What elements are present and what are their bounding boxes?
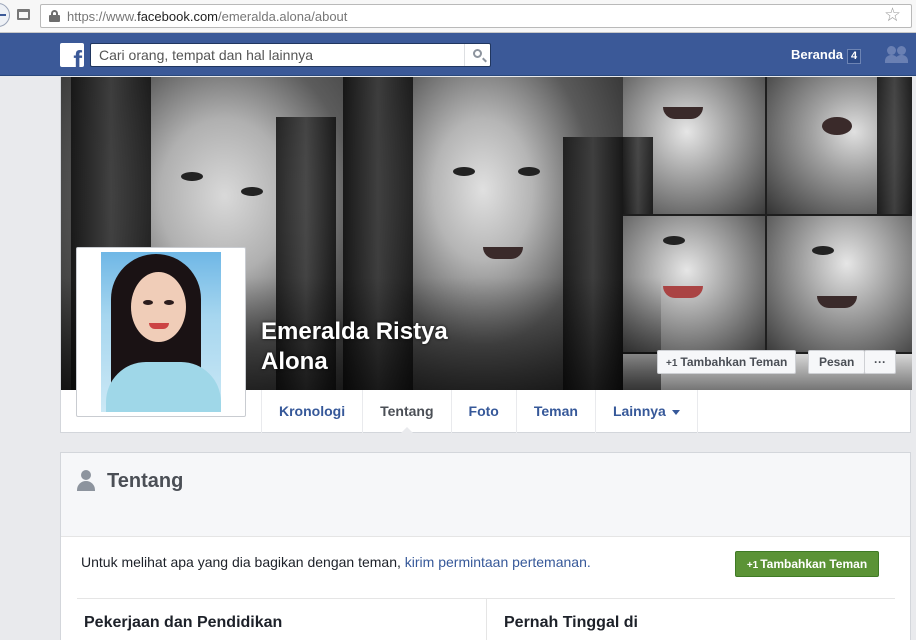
bookmark-star-icon[interactable]: ☆ xyxy=(884,6,901,26)
facebook-top-bar: f Beranda4 xyxy=(0,33,916,76)
more-options-button[interactable]: ··· xyxy=(864,350,896,374)
profile-tabs: Kronologi Tentang Foto Teman Lainnya xyxy=(261,390,698,434)
profile-header-card: Emeralda Ristya Alona +1 Tambahkan Teman … xyxy=(60,77,912,434)
facebook-logo-icon[interactable]: f xyxy=(60,43,84,67)
section-title: Tentang xyxy=(107,470,184,492)
home-link[interactable]: Beranda 4 xyxy=(791,47,862,64)
about-section: Tentang Untuk melihat apa yang dia bagik… xyxy=(60,452,911,640)
url-text: https://www.facebook.com/emeralda.alona/… xyxy=(67,9,348,24)
url-field[interactable]: https://www.facebook.com/emeralda.alona/… xyxy=(40,4,912,28)
send-friend-request-link[interactable]: kirim permintaan pertemanan. xyxy=(405,554,591,570)
tab-friends[interactable]: Teman xyxy=(517,390,596,433)
search-icon xyxy=(473,49,482,58)
lock-icon xyxy=(49,10,60,22)
tab-timeline[interactable]: Kronologi xyxy=(262,390,364,433)
add-friend-button-green[interactable]: +1 Tambahkan Teman xyxy=(735,551,879,577)
profile-name[interactable]: Emeralda Ristya Alona xyxy=(261,317,521,377)
tab-more[interactable]: Lainnya xyxy=(596,390,698,433)
message-button[interactable]: Pesan xyxy=(808,350,866,374)
search-box xyxy=(90,43,491,67)
profile-picture[interactable] xyxy=(76,247,246,417)
chevron-down-icon xyxy=(671,409,680,415)
friend-request-notice: Untuk melihat apa yang dia bagikan denga… xyxy=(81,554,591,570)
add-friend-button[interactable]: +1 Tambahkan Teman xyxy=(657,350,797,374)
tab-about[interactable]: Tentang xyxy=(363,390,452,434)
person-icon xyxy=(77,470,95,492)
places-lived-heading: Pernah Tinggal di xyxy=(504,614,638,631)
browser-address-bar: https://www.facebook.com/emeralda.alona/… xyxy=(0,0,916,33)
add-friend-icon: +1 xyxy=(666,358,678,369)
home-label: Beranda xyxy=(791,47,844,62)
apps-icon[interactable] xyxy=(17,9,30,20)
tab-photos[interactable]: Foto xyxy=(452,390,517,433)
divider xyxy=(486,599,487,640)
back-button[interactable] xyxy=(0,3,10,27)
home-count-badge: 4 xyxy=(847,49,862,64)
add-friend-icon: +1 xyxy=(746,560,759,571)
search-input[interactable] xyxy=(91,44,463,66)
work-education-heading: Pekerjaan dan Pendidikan xyxy=(84,614,283,631)
search-button[interactable] xyxy=(464,44,490,66)
friends-icon[interactable] xyxy=(885,45,909,65)
